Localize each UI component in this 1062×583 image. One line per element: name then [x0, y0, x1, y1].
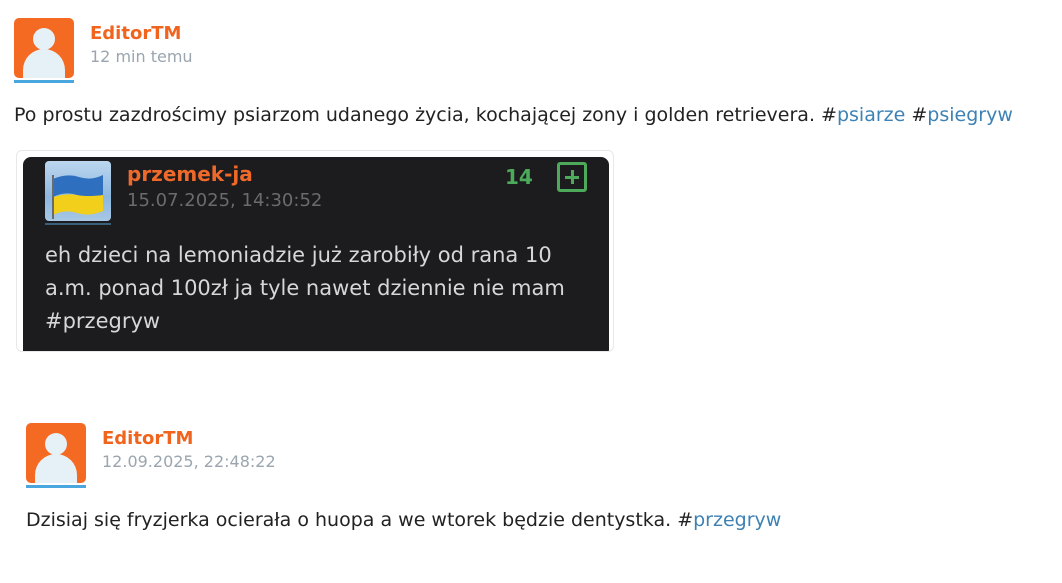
avatar-container[interactable] [26, 423, 86, 488]
post-header: EditorTM 12.09.2025, 22:48:22 [26, 423, 1046, 488]
embedded-post: przemek-ja 15.07.2025, 14:30:52 14 eh dz… [23, 157, 609, 351]
ukraine-flag-avatar-icon [45, 161, 111, 221]
embed-author: przemek-ja [127, 162, 253, 186]
post-author[interactable]: EditorTM [102, 427, 276, 451]
avatar-body [35, 454, 77, 483]
avatar-body [23, 49, 65, 78]
avatar-container[interactable] [14, 18, 74, 83]
embed-time: 15.07.2025, 14:30:52 [127, 190, 323, 211]
hash-symbol: # [677, 509, 694, 531]
flag-graphic [52, 175, 103, 219]
avatar-head [33, 28, 55, 50]
user-avatar-icon[interactable] [26, 423, 86, 483]
hashtag-link-psiarze[interactable]: psiarze [837, 104, 905, 126]
embed-score: 14 [505, 165, 533, 189]
hash-symbol: # [821, 104, 837, 126]
post-text: Po prostu zazdrościmy psiarzom udanego ż… [14, 104, 822, 126]
post-header: EditorTM 12 min temu [14, 18, 1054, 83]
post-meta: EditorTM 12 min temu [90, 22, 193, 68]
hash-symbol: # [911, 104, 928, 126]
post-1: EditorTM 12 min temu Po prostu zazdrości… [14, 18, 1054, 129]
embedded-image[interactable]: przemek-ja 15.07.2025, 14:30:52 14 eh dz… [16, 150, 614, 352]
avatar-head [45, 433, 67, 455]
post-meta: EditorTM 12.09.2025, 22:48:22 [102, 427, 276, 473]
post-content: Po prostu zazdrościmy psiarzom udanego ż… [14, 101, 1054, 129]
post-2: EditorTM 12.09.2025, 22:48:22 Dzisiaj si… [26, 423, 1046, 534]
plus-icon [557, 162, 587, 192]
post-time[interactable]: 12 min temu [90, 46, 193, 68]
embed-avatar-underline [45, 223, 111, 225]
avatar-underline [14, 80, 74, 83]
post-text: Dzisiaj się fryzjerka ocierała o huopa a… [26, 509, 678, 531]
embed-text: eh dzieci na lemoniadzie już zarobiły od… [45, 243, 565, 333]
post-time[interactable]: 12.09.2025, 22:48:22 [102, 451, 276, 473]
hashtag-link-przegryw[interactable]: przegryw [693, 509, 781, 531]
post-content: Dzisiaj się fryzjerka ocierała o huopa a… [26, 506, 1046, 534]
avatar-underline [26, 485, 86, 488]
user-avatar-icon[interactable] [14, 18, 74, 78]
hashtag-link-psiegryw[interactable]: psiegryw [927, 104, 1013, 126]
post-author[interactable]: EditorTM [90, 22, 193, 46]
